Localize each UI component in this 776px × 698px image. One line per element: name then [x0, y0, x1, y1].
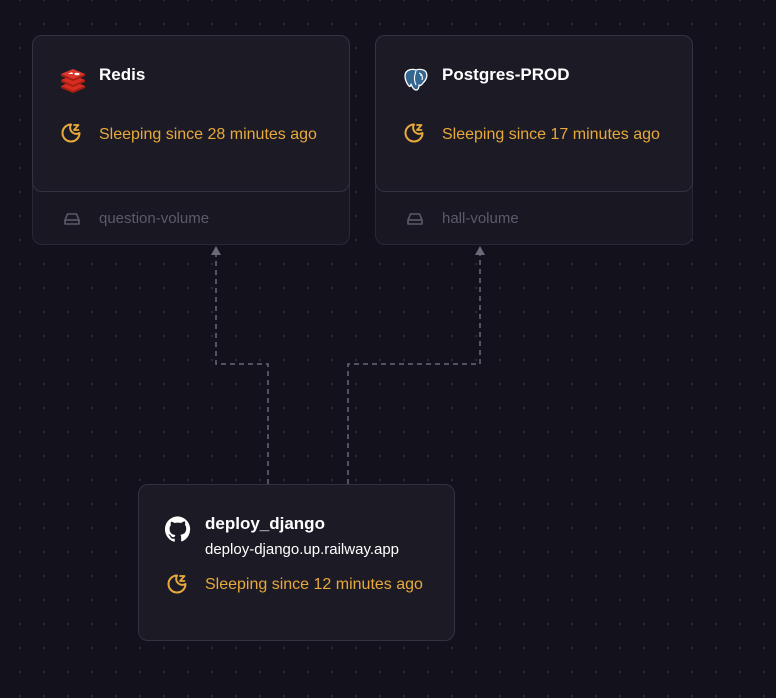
postgres-volume-name: hall-volume	[442, 210, 519, 227]
volume-disk-icon	[64, 213, 80, 225]
project-canvas[interactable]: Redis Sleeping since 28 minutes ago ques…	[0, 0, 776, 698]
redis-service-name: Redis	[99, 65, 146, 84]
postgres-service-name: Postgres-PROD	[442, 65, 570, 84]
postgres-service-card[interactable]: Postgres-PROD Sleeping since 17 minutes …	[375, 35, 693, 245]
deploy-django-service-card[interactable]: deploy_django deploy-django.up.railway.a…	[138, 484, 455, 641]
deploy-status-text: Sleeping since 12 minutes ago	[205, 576, 423, 593]
sleeping-moon-icon	[61, 123, 81, 143]
redis-service-main[interactable]: Redis Sleeping since 28 minutes ago	[32, 35, 350, 192]
redis-service-card[interactable]: Redis Sleeping since 28 minutes ago ques…	[32, 35, 350, 245]
postgres-elephant-icon	[404, 68, 428, 91]
sleeping-moon-icon	[404, 123, 424, 143]
postgres-volume[interactable]: hall-volume	[376, 196, 692, 242]
redis-icon	[61, 69, 85, 93]
arrow-to-postgres-icon	[475, 246, 485, 255]
arrow-to-redis-icon	[211, 246, 221, 255]
github-icon	[165, 516, 191, 542]
connector-to-postgres	[347, 254, 481, 484]
postgres-status-text: Sleeping since 17 minutes ago	[442, 126, 660, 143]
redis-status-text: Sleeping since 28 minutes ago	[99, 126, 317, 143]
sleeping-moon-icon	[167, 574, 187, 594]
redis-volume[interactable]: question-volume	[33, 196, 349, 242]
volume-disk-icon	[407, 213, 423, 225]
deploy-service-url[interactable]: deploy-django.up.railway.app	[205, 541, 399, 558]
deploy-service-name: deploy_django	[205, 514, 325, 533]
connector-to-redis	[215, 254, 269, 484]
postgres-service-main[interactable]: Postgres-PROD Sleeping since 17 minutes …	[375, 35, 693, 192]
redis-volume-name: question-volume	[99, 210, 210, 227]
